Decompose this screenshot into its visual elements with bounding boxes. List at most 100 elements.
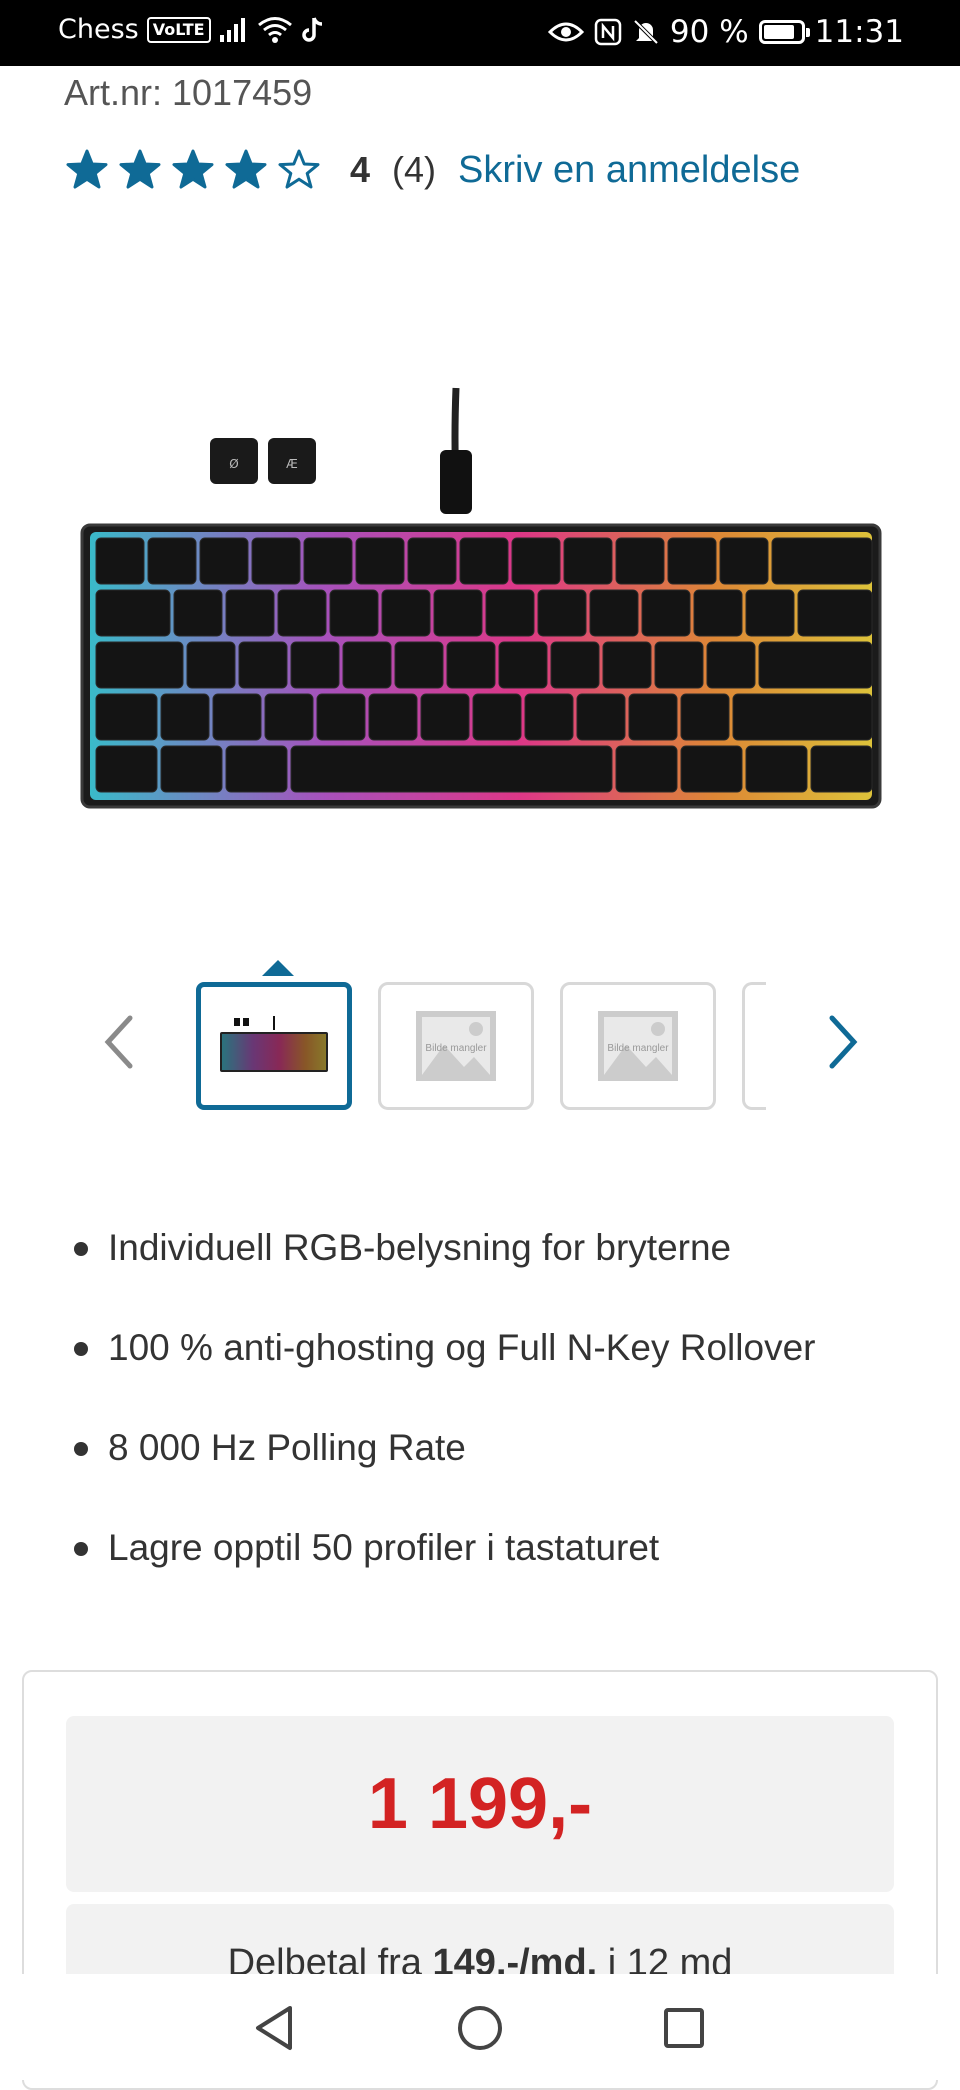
eye-icon — [547, 20, 584, 44]
nfc-icon — [594, 18, 622, 46]
keyboard-key — [199, 537, 249, 585]
keyboard-key — [147, 537, 197, 585]
star-rating — [66, 149, 320, 191]
keyboard-key — [693, 589, 743, 637]
star-filled-icon — [172, 149, 214, 189]
rating-count[interactable]: (4) — [392, 149, 436, 191]
keyboard-key — [342, 641, 392, 689]
rating-score: 4 — [350, 149, 371, 190]
active-thumbnail-pointer — [262, 960, 294, 976]
keyboard-key — [615, 537, 665, 585]
keyboard-key — [238, 641, 288, 689]
svg-text:Ø: Ø — [229, 457, 238, 471]
keyboard-key — [95, 589, 171, 637]
wifi-icon — [257, 16, 293, 44]
battery-percent: 90 % — [669, 14, 749, 50]
star-filled-icon — [119, 149, 161, 189]
write-review-link[interactable]: Skriv en anmeldelse — [458, 149, 800, 192]
carrier-name: Chess — [58, 14, 139, 45]
keyboard-key — [303, 537, 353, 585]
feature-item: Lagre opptil 50 profiler i tastaturet — [72, 1522, 815, 1622]
feature-list: Individuell RGB-belysning for bryterne 1… — [72, 1222, 815, 1622]
bullet-icon — [74, 1242, 88, 1256]
thumbnail-3[interactable]: Bilde mangler — [560, 982, 716, 1110]
keyboard-thumbnail-image — [220, 1016, 328, 1072]
home-icon[interactable] — [452, 2000, 508, 2056]
keyboard-key — [459, 537, 509, 585]
status-bar-right: 90 % 11:31 — [547, 14, 904, 50]
keyboard-key — [719, 537, 769, 585]
chevron-right-icon[interactable] — [812, 1012, 872, 1072]
status-bar: Chess VoLTE 90 % 11:31 — [0, 0, 960, 66]
thumbnail-carousel: Bilde mangler Bilde mangler — [0, 960, 960, 1130]
bullet-icon — [74, 1342, 88, 1356]
star-filled-icon — [66, 149, 108, 189]
rating-row: 4 (4) Skriv en anmeldelse — [66, 142, 800, 198]
price: 1 199,- — [367, 1764, 593, 1844]
clock: 11:31 — [814, 14, 904, 50]
keyboard-illustration: Ø Æ — [80, 387, 882, 809]
keyboard-key — [472, 693, 522, 741]
keyboard-key — [95, 537, 145, 585]
product-image[interactable]: Ø Æ — [70, 380, 890, 820]
keyboard-key — [745, 745, 808, 793]
keyboard-key — [355, 537, 405, 585]
keyboard-key — [485, 589, 535, 637]
keyboard-key — [264, 693, 314, 741]
keyboard-key — [550, 641, 600, 689]
keyboard-key — [667, 537, 717, 585]
image-missing-label: Bilde mangler — [607, 1043, 669, 1054]
keyboard-key — [381, 589, 431, 637]
system-nav-bar — [0, 1974, 960, 2080]
keyboard-key — [290, 745, 613, 793]
keyboard-key — [498, 641, 548, 689]
keyboard-key — [641, 589, 691, 637]
back-icon[interactable] — [246, 2000, 302, 2056]
svg-text:Æ: Æ — [286, 457, 298, 471]
star-empty-icon — [278, 149, 320, 189]
battery-icon — [758, 20, 810, 44]
feature-item: Individuell RGB-belysning for bryterne — [72, 1222, 815, 1322]
keyboard-key — [316, 693, 366, 741]
price-box: 1 199,- — [66, 1716, 894, 1892]
keyboard-key — [95, 641, 184, 689]
status-bar-left: Chess VoLTE — [58, 14, 325, 45]
keyboard-key — [680, 693, 730, 741]
signal-icon — [219, 17, 249, 43]
keyboard-key — [225, 745, 288, 793]
keyboard-key — [615, 745, 678, 793]
keyboard-key — [602, 641, 652, 689]
keyboard-key — [407, 537, 457, 585]
feature-text: Lagre opptil 50 profiler i tastaturet — [108, 1527, 660, 1568]
keyboard-key — [225, 589, 275, 637]
keyboard-key — [433, 589, 483, 637]
volte-badge: VoLTE — [146, 16, 211, 43]
keyboard-key — [212, 693, 262, 741]
star-filled-icon — [225, 149, 267, 189]
bullet-icon — [74, 1442, 88, 1456]
bullet-icon — [74, 1542, 88, 1556]
feature-text: 8 000 Hz Polling Rate — [108, 1427, 466, 1468]
thumbnail-4-partial[interactable] — [742, 982, 766, 1110]
chevron-left-icon[interactable] — [90, 1012, 150, 1072]
keyboard-key — [186, 641, 236, 689]
keyboard-key — [797, 589, 873, 637]
thumbnail-1[interactable] — [196, 982, 352, 1110]
mute-icon — [632, 18, 660, 46]
keyboard-key — [329, 589, 379, 637]
keyboard-key — [446, 641, 496, 689]
keyboard-key — [160, 693, 210, 741]
recents-icon[interactable] — [656, 2000, 712, 2056]
keyboard-key — [524, 693, 574, 741]
keyboard-key — [563, 537, 613, 585]
keyboard-key — [95, 745, 158, 793]
keyboard-key — [537, 589, 587, 637]
article-number: Art.nr: 1017459 — [64, 72, 313, 113]
keyboard-key — [771, 537, 873, 585]
feature-item: 8 000 Hz Polling Rate — [72, 1422, 815, 1522]
keyboard-key — [810, 745, 873, 793]
tiktok-icon — [301, 16, 325, 44]
keyboard-key — [628, 693, 678, 741]
thumbnail-2[interactable]: Bilde mangler — [378, 982, 534, 1110]
image-missing-label: Bilde mangler — [425, 1043, 487, 1054]
